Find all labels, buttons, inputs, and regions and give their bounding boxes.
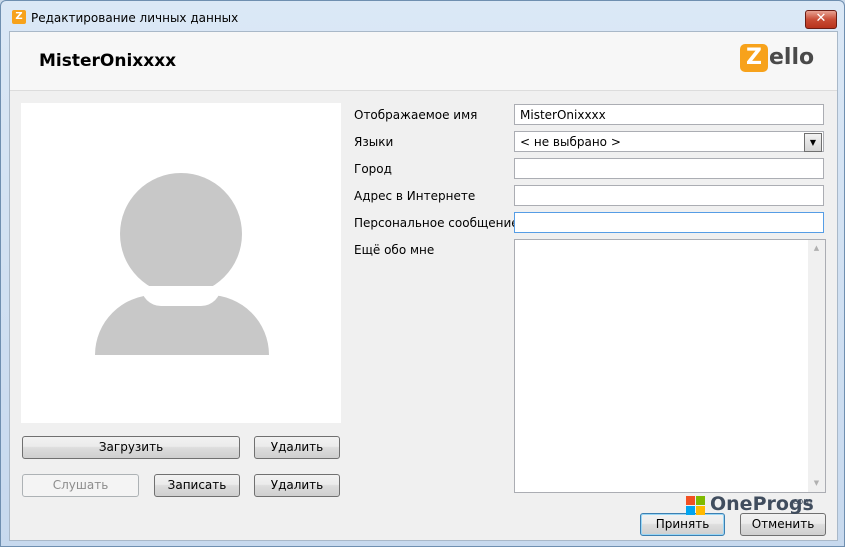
languages-select[interactable]: < не выбрано > ▼ xyxy=(514,131,824,152)
avatar-placeholder-head xyxy=(120,173,242,295)
cancel-button[interactable]: Отменить xyxy=(740,513,826,536)
zello-logo: Zello xyxy=(740,44,814,76)
languages-selected-value: < не выбрано > xyxy=(520,135,621,149)
upload-photo-button[interactable]: Загрузить xyxy=(22,436,240,459)
languages-label: Языки xyxy=(354,135,394,149)
city-field[interactable] xyxy=(514,158,824,179)
profile-photo xyxy=(21,103,341,423)
city-label: Город xyxy=(354,162,392,176)
website-field[interactable] xyxy=(514,185,824,206)
record-button[interactable]: Записать xyxy=(154,474,240,497)
scroll-up-arrow-icon[interactable]: ▲ xyxy=(808,240,825,257)
about-me-scrollbar[interactable]: ▲ ▼ xyxy=(808,240,825,492)
zello-logo-mark: Z xyxy=(740,44,768,72)
profile-header: MisterOnixxxx Zello xyxy=(10,32,837,91)
delete-photo-button[interactable]: Удалить xyxy=(254,436,340,459)
status-message-label: Персональное сообщение xyxy=(354,216,519,230)
delete-audio-button[interactable]: Удалить xyxy=(254,474,340,497)
oneprogs-logo-icon xyxy=(686,496,706,516)
chevron-down-icon[interactable]: ▼ xyxy=(804,133,822,152)
dialog-content: MisterOnixxxx Zello Загрузить Удалить Сл… xyxy=(9,31,838,541)
close-button[interactable]: ✕ xyxy=(805,10,837,29)
watermark-suffix: .com xyxy=(790,497,813,507)
about-me-label: Ещё обо мне xyxy=(354,243,435,257)
about-me-textarea[interactable]: ▲ ▼ xyxy=(514,239,826,493)
accept-button[interactable]: Принять xyxy=(640,513,725,536)
title-bar[interactable]: Z Редактирование личных данных ✕ xyxy=(1,1,844,31)
avatar-placeholder-neck xyxy=(141,286,221,306)
website-label: Адрес в Интернете xyxy=(354,189,476,203)
display-name-field[interactable]: MisterOnixxxx xyxy=(514,104,824,125)
display-name-label: Отображаемое имя xyxy=(354,108,478,122)
username-heading: MisterOnixxxx xyxy=(39,51,177,71)
listen-button[interactable]: Слушать xyxy=(22,474,139,497)
window-title: Редактирование личных данных xyxy=(31,11,239,25)
status-message-field[interactable] xyxy=(514,212,824,233)
scroll-down-arrow-icon[interactable]: ▼ xyxy=(808,475,825,492)
edit-profile-window: Z Редактирование личных данных ✕ MisterO… xyxy=(0,0,845,547)
zello-logo-text: ello xyxy=(769,45,815,70)
zello-app-icon: Z xyxy=(12,10,26,24)
